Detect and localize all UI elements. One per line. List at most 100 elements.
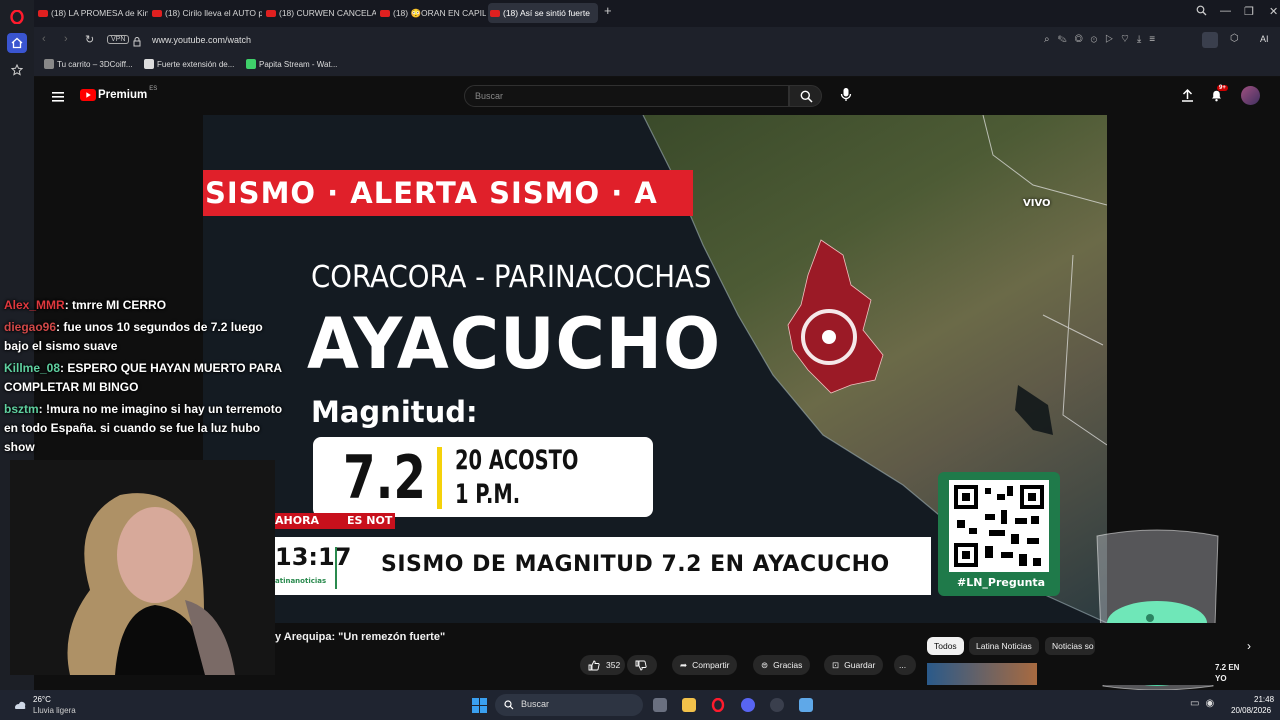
bookmark-2[interactable]: Fuerte extensión de... bbox=[144, 59, 234, 69]
youtube-logo[interactable]: Premium ES bbox=[80, 86, 158, 101]
below-video-area: y Arequipa: "Un remezón fuerte" 352 ➦ Com… bbox=[275, 623, 1280, 685]
reload-icon[interactable]: ↻ bbox=[85, 33, 94, 46]
youtube-favicon-icon bbox=[38, 9, 48, 17]
chat-username[interactable]: diegao96 bbox=[4, 320, 56, 334]
vpn-badge[interactable]: VPN bbox=[107, 35, 130, 44]
tab-2[interactable]: (18) Cirilo lleva el AUTO p bbox=[150, 3, 262, 23]
video-title-fragment: y Arequipa: "Un remezón fuerte" bbox=[275, 631, 446, 643]
youtube-favicon-icon bbox=[490, 9, 500, 17]
search-icon bbox=[800, 90, 813, 103]
chat-username[interactable]: Killme_08 bbox=[4, 361, 60, 375]
extensions-icon[interactable]: ⬡ bbox=[1230, 33, 1239, 44]
chip-todos[interactable]: Todos bbox=[927, 637, 964, 655]
toolbar-icons[interactable]: ⌕✎◎⊙▷♡⤓≡ bbox=[1044, 34, 1163, 45]
address-bar-row: ‹ › ↻ VPN www.youtube.com/watch ⌕✎◎⊙▷♡⤓≡… bbox=[34, 27, 1280, 53]
like-button[interactable]: 352 bbox=[580, 655, 625, 675]
system-tray-icons[interactable]: ▭◉ bbox=[1190, 698, 1220, 709]
file-explorer-icon[interactable] bbox=[682, 698, 696, 712]
lake-titicaca-shape bbox=[1015, 385, 1053, 435]
task-view-icon[interactable] bbox=[653, 698, 667, 712]
channel-fragment: atinanoticias bbox=[275, 577, 327, 585]
close-window-button[interactable]: ✕ bbox=[1269, 5, 1278, 18]
youtube-header: Premium ES Buscar 9+ bbox=[34, 77, 1280, 115]
search-button[interactable] bbox=[789, 85, 822, 107]
share-button[interactable]: ➦ Compartir bbox=[672, 655, 738, 675]
home-icon[interactable] bbox=[7, 33, 27, 53]
search-placeholder: Buscar bbox=[475, 91, 504, 101]
avatar[interactable] bbox=[1241, 86, 1260, 105]
back-button[interactable]: ‹ bbox=[42, 33, 46, 45]
windows-start-icon[interactable] bbox=[472, 698, 487, 718]
ticker-right: ES NOT bbox=[347, 514, 393, 527]
thanks-button[interactable]: ⊜ Gracias bbox=[753, 655, 811, 675]
chat-message: diegao96: fue unos 10 segundos de 7.2 lu… bbox=[4, 318, 289, 356]
microphone-icon[interactable] bbox=[840, 87, 852, 108]
youtube-favicon-icon bbox=[380, 9, 390, 17]
clock-time: 21:48 bbox=[1254, 695, 1275, 704]
taskbar-search[interactable]: Buscar bbox=[495, 694, 643, 716]
broadcast-clock: 13:17 bbox=[275, 543, 352, 571]
tab-3[interactable]: (18) CURWEN CANCELA L bbox=[264, 3, 376, 23]
tab-label: (18) Cirilo lleva el AUTO p bbox=[165, 8, 262, 18]
menu-icon[interactable] bbox=[52, 89, 64, 107]
dislike-button[interactable] bbox=[627, 655, 657, 675]
chip-latina-noticias[interactable]: Latina Noticias bbox=[969, 637, 1039, 655]
search-icon bbox=[504, 700, 514, 710]
search-tabs-icon[interactable] bbox=[1196, 5, 1207, 19]
upload-icon[interactable] bbox=[1181, 88, 1194, 107]
bookmark-favicon-icon bbox=[144, 59, 154, 69]
event-date: 20 ACOSTO bbox=[455, 445, 579, 476]
logo-text: Premium bbox=[98, 89, 148, 101]
app-icon[interactable] bbox=[770, 698, 784, 712]
save-label: Guardar bbox=[844, 660, 876, 670]
url-field[interactable]: www.youtube.com/watch bbox=[152, 35, 251, 45]
qr-hashtag: #LN_Pregunta bbox=[957, 576, 1046, 589]
thumbs-down-icon bbox=[635, 660, 647, 670]
lower-third: 13:17 atinanoticias SISMO DE MAGNITUD 7.… bbox=[275, 537, 931, 595]
suggested-thumbnail[interactable] bbox=[927, 663, 1037, 685]
ai-button[interactable]: AI bbox=[1260, 34, 1269, 44]
chips-next-arrow-icon[interactable]: › bbox=[1247, 639, 1251, 653]
settings-icon[interactable] bbox=[799, 698, 813, 712]
chat-username[interactable]: Alex_MMR bbox=[4, 298, 65, 312]
tab-4[interactable]: (18) 😳ORAN EN CAPILLA bbox=[378, 3, 486, 23]
profile-icon[interactable] bbox=[1202, 32, 1218, 48]
alert-banner: SISMO · ALERTA SISMO · A bbox=[203, 170, 693, 216]
forward-button[interactable]: › bbox=[64, 33, 68, 45]
opera-logo-icon[interactable] bbox=[7, 7, 27, 27]
lower-third-divider bbox=[335, 547, 337, 589]
notification-count-badge: 9+ bbox=[1217, 85, 1228, 91]
bookmarks-bar: Tu carrito – 3DCoiff... Fuerte extensión… bbox=[34, 53, 1280, 77]
qr-code-icon bbox=[949, 480, 1049, 572]
bookmark-1[interactable]: Tu carrito – 3DCoiff... bbox=[44, 59, 133, 69]
suggested-text: 7.2 EN bbox=[1215, 663, 1240, 672]
opera-taskbar-icon[interactable] bbox=[711, 697, 725, 713]
video-player[interactable]: SISMO · ALERTA SISMO · A VIVO CORACORA -… bbox=[203, 115, 1107, 623]
chat-message: Alex_MMR: tmrre MI CERRO bbox=[4, 296, 284, 315]
chat-text: : !mura no me imagino si hay un terremot… bbox=[4, 402, 283, 454]
star-icon[interactable] bbox=[7, 60, 27, 80]
location-subtitle: CORACORA - PARINACOCHAS bbox=[311, 260, 712, 295]
region-code: ES bbox=[149, 86, 158, 92]
discord-icon[interactable] bbox=[741, 698, 755, 712]
ai-label: AI bbox=[1260, 34, 1269, 44]
chip-noticias[interactable]: Noticias so bbox=[1045, 637, 1095, 655]
tab-1[interactable]: (18) LA PROMESA de King bbox=[36, 3, 148, 23]
lower-third-headline: SISMO DE MAGNITUD 7.2 EN AYACUCHO bbox=[381, 552, 890, 577]
search-input[interactable]: Buscar bbox=[464, 85, 789, 107]
tab-label: (18) Así se sintió fuerte bbox=[503, 8, 590, 18]
bookmark-3[interactable]: Papita Stream - Wat... bbox=[246, 59, 337, 69]
save-button[interactable]: ⊡ Guardar bbox=[824, 655, 884, 675]
weather-icon[interactable] bbox=[12, 697, 28, 713]
live-badge: VIVO bbox=[1023, 198, 1051, 209]
minimize-button[interactable]: — bbox=[1220, 5, 1231, 17]
tab-active[interactable]: (18) Así se sintió fuerte bbox=[488, 3, 598, 23]
lock-icon bbox=[133, 34, 141, 52]
more-actions-button[interactable]: ... bbox=[894, 655, 916, 675]
chat-username[interactable]: bsztm bbox=[4, 402, 39, 416]
restore-button[interactable]: ❐ bbox=[1244, 5, 1254, 18]
location-title: AYACUCHO bbox=[307, 303, 722, 385]
new-tab-button[interactable]: + bbox=[604, 3, 612, 18]
epicenter-dot-icon bbox=[822, 330, 836, 344]
bookmark-label: Fuerte extensión de... bbox=[157, 59, 235, 69]
